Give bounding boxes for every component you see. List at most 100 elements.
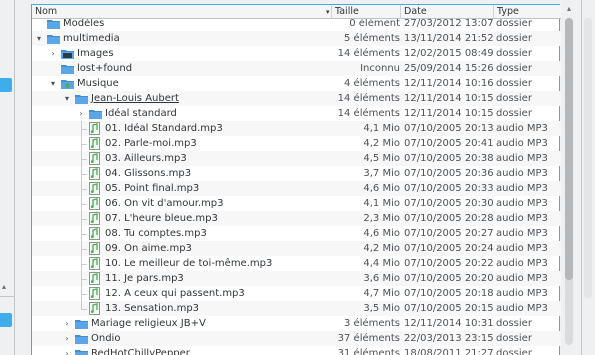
item-size: 14 éléments	[337, 93, 400, 104]
item-name: 09. On aime.mp3	[105, 243, 192, 254]
folder-row[interactable]: › Images 14 éléments 12/02/2015 08:49 dossie…	[32, 46, 561, 61]
item-name: Musique	[77, 78, 119, 89]
item-name: 11. Je pars.mp3	[105, 273, 184, 284]
column-date-header[interactable]: Date	[400, 5, 493, 19]
item-type: audio MP3	[496, 213, 548, 224]
file-tree-view[interactable]: Modèles 0 élément 27/03/2012 13:07 dossier ▾…	[31, 4, 561, 355]
item-name: lost+found	[77, 63, 133, 74]
file-row[interactable]: 13. Sensation.mp3 3,5 Mio 07/10/2005 20:15…	[32, 301, 561, 316]
file-row[interactable]: 02. Parle-moi.mp3 4,2 Mio 07/10/2005 20:41…	[32, 136, 561, 151]
audio-file-icon	[89, 242, 100, 255]
file-row[interactable]: 04. Glissons.mp3 3,7 Mio 07/10/2005 20:36 a…	[32, 166, 561, 181]
item-size: 3,6 Mio	[363, 273, 400, 284]
audio-file-icon	[89, 302, 100, 315]
collapse-arrow-icon[interactable]: ›	[62, 346, 72, 355]
item-date: 07/10/2005 20:28	[404, 213, 494, 224]
item-name: 06. On vit d'amour.mp3	[105, 198, 224, 209]
item-name: 07. L'heure bleue.mp3	[105, 213, 218, 224]
item-name: RedHotChillyPepper	[91, 348, 190, 355]
item-type: audio MP3	[496, 228, 548, 239]
tree-guide-branch	[81, 279, 87, 280]
item-type: audio MP3	[496, 168, 548, 179]
collapse-arrow-icon[interactable]: ›	[48, 46, 58, 61]
folder-row[interactable]: › Idéal standard 14 éléments 12/11/2014 10:…	[32, 106, 561, 121]
item-size: 14 éléments	[337, 108, 400, 119]
places-selected-item-2[interactable]	[0, 313, 12, 327]
expand-arrow-icon[interactable]: ▾	[48, 76, 58, 91]
folder-row[interactable]: › Ondio 37 éléments 22/03/2013 23:15 dossier	[32, 331, 561, 346]
folder-icon	[75, 349, 88, 355]
item-date: 18/08/2011 21:27	[404, 348, 494, 355]
right-panel-handle[interactable]	[584, 18, 592, 298]
column-size-header[interactable]: Taille	[331, 5, 400, 19]
folder-icon	[75, 319, 88, 329]
item-type: dossier	[496, 48, 532, 59]
file-row[interactable]: 09. On aime.mp3 4,2 Mio 07/10/2005 20:24 au…	[32, 241, 561, 256]
tree-guide-branch	[81, 159, 87, 160]
scroll-up-icon[interactable]: ▴	[563, 3, 575, 15]
item-date: 07/10/2005 20:13	[404, 123, 494, 134]
collapse-arrow-icon[interactable]: ›	[62, 331, 72, 346]
folder-icon	[61, 49, 74, 59]
column-type-label: Type	[497, 6, 519, 17]
folder-icon	[47, 19, 60, 29]
item-size: 4,1 Mio	[363, 123, 400, 134]
tree-guide-branch	[81, 249, 87, 250]
file-row[interactable]: 05. Point final.mp3 4,6 Mio 07/10/2005 20:…	[32, 181, 561, 196]
collapse-arrow-icon[interactable]: ›	[76, 106, 86, 121]
file-row[interactable]: 07. L'heure bleue.mp3 2,3 Mio 07/10/2005 2…	[32, 211, 561, 226]
folder-row[interactable]: ▾ multimedia 5 éléments 13/11/2014 21:52 dos…	[32, 31, 561, 46]
scrollbar-thumb[interactable]	[565, 18, 573, 280]
file-row[interactable]: 06. On vit d'amour.mp3 4,1 Mio 07/10/2005 …	[32, 196, 561, 211]
chevron-up-icon[interactable]: ▴	[2, 282, 6, 291]
item-size: 4,2 Mio	[363, 138, 400, 149]
item-name: Idéal standard	[105, 108, 177, 119]
item-name: 05. Point final.mp3	[105, 183, 200, 194]
item-date: 07/10/2005 20:18	[404, 288, 494, 299]
item-name: 13. Sensation.mp3	[105, 303, 200, 314]
folder-row[interactable]: ▾ Musique 4 éléments 12/11/2014 10:16 dossie…	[32, 76, 561, 91]
file-row[interactable]: 08. Tu comptes.mp3 4,6 Mio 07/10/2005 20:2…	[32, 226, 561, 241]
file-row[interactable]: 11. Je pars.mp3 3,6 Mio 07/10/2005 20:20 au…	[32, 271, 561, 286]
sort-descending-icon[interactable]: ▾	[326, 5, 330, 19]
collapse-arrow-icon[interactable]: ›	[62, 316, 72, 331]
folder-row[interactable]: › RedHotChillyPepper 31 éléments 18/08/2011…	[32, 346, 561, 355]
item-date: 07/10/2005 20:33	[404, 183, 494, 194]
item-size: 4,7 Mio	[363, 288, 400, 299]
item-name: Images	[77, 48, 114, 59]
folder-row[interactable]: lost+found Inconnu 25/09/2014 15:26 dossier	[32, 61, 561, 76]
item-date: 07/10/2005 20:20	[404, 273, 494, 284]
column-header: Nom ▾ Taille Date Type	[32, 5, 561, 19]
places-selected-item[interactable]	[0, 78, 12, 92]
item-type: dossier	[496, 333, 532, 344]
file-row[interactable]: 03. Ailleurs.mp3 4,5 Mio 07/10/2005 20:38 a…	[32, 151, 561, 166]
tree-guide-branch	[81, 189, 87, 190]
tree-guide-branch	[81, 264, 87, 265]
item-size: 4,5 Mio	[363, 153, 400, 164]
expand-arrow-icon[interactable]: ▾	[34, 31, 44, 46]
item-type: audio MP3	[496, 123, 548, 134]
item-type: audio MP3	[496, 273, 548, 284]
column-type-header[interactable]: Type	[493, 5, 561, 19]
places-panel	[0, 0, 15, 355]
item-type: dossier	[496, 78, 532, 89]
item-name: 04. Glissons.mp3	[105, 168, 192, 179]
item-size: 37 éléments	[337, 333, 400, 344]
audio-file-icon	[89, 167, 100, 180]
tree-guide-branch	[81, 219, 87, 220]
item-type: audio MP3	[496, 138, 548, 149]
item-type: audio MP3	[496, 198, 548, 209]
file-row[interactable]: 12. A ceux qui passent.mp3 4,7 Mio 07/10/2…	[32, 286, 561, 301]
item-size: 4 éléments	[344, 78, 400, 89]
expand-arrow-icon[interactable]: ▾	[62, 91, 72, 106]
column-name-header[interactable]: Nom	[32, 5, 328, 19]
item-size: 31 éléments	[337, 348, 400, 355]
item-name: Mariage religieux JB+V	[91, 318, 206, 329]
places-separator	[0, 296, 15, 297]
folder-row[interactable]: › Mariage religieux JB+V 3 éléments 12/11/2…	[32, 316, 561, 331]
file-row[interactable]: 10. Le meilleur de toi-même.mp3 4,4 Mio 07…	[32, 256, 561, 271]
tree-guide-branch	[81, 174, 87, 175]
item-date: 12/11/2014 10:16	[404, 78, 494, 89]
folder-row[interactable]: ▾ Jean-Louis Aubert 14 éléments 12/11/2014 …	[32, 91, 561, 106]
file-row[interactable]: 01. Idéal Standard.mp3 4,1 Mio 07/10/2005 …	[32, 121, 561, 136]
